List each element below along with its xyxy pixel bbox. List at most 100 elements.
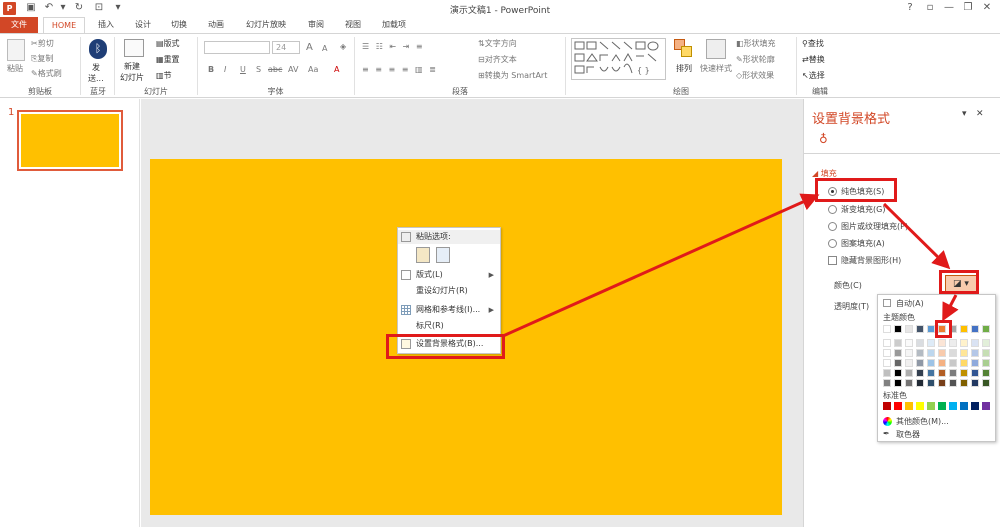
theme-color-swatch[interactable] xyxy=(894,359,902,367)
arrange-icon[interactable] xyxy=(674,39,694,59)
theme-color-swatch[interactable] xyxy=(982,349,990,357)
tab-design[interactable]: 设计 xyxy=(127,17,159,33)
theme-color-swatch[interactable] xyxy=(916,349,924,357)
shape-effects-button[interactable]: ◇形状效果 xyxy=(736,70,774,81)
arrange-label[interactable]: 排列 xyxy=(676,63,692,74)
theme-color-swatch[interactable] xyxy=(927,369,935,377)
pattern-fill-radio[interactable] xyxy=(828,239,837,248)
theme-color-swatch[interactable] xyxy=(894,349,902,357)
theme-color-swatch[interactable] xyxy=(960,349,968,357)
theme-color-swatch[interactable] xyxy=(905,349,913,357)
quick-styles-icon[interactable] xyxy=(706,39,726,59)
theme-color-swatch[interactable] xyxy=(982,325,990,333)
paste-picture-icon[interactable] xyxy=(436,247,450,263)
theme-color-swatch[interactable] xyxy=(883,339,891,347)
font-name-input[interactable] xyxy=(204,41,270,54)
theme-color-swatch[interactable] xyxy=(894,379,902,387)
tab-review[interactable]: 审阅 xyxy=(300,17,332,33)
help-button[interactable]: ? xyxy=(902,1,918,15)
theme-color-swatch[interactable] xyxy=(982,359,990,367)
theme-color-swatch[interactable] xyxy=(971,369,979,377)
grow-font-icon[interactable]: A xyxy=(306,42,313,53)
reset-button[interactable]: ▦重置 xyxy=(156,54,180,65)
font-color-button[interactable]: A xyxy=(334,65,339,74)
align-buttons[interactable]: ≡ ≡ ≡ ≡ ▥ ≣ xyxy=(362,65,438,74)
close-button[interactable]: ✕ xyxy=(979,1,995,15)
text-direction-button[interactable]: ⇅文字方向 xyxy=(478,38,517,49)
theme-color-swatch[interactable] xyxy=(960,325,968,333)
theme-color-swatch[interactable] xyxy=(905,339,913,347)
theme-color-swatch[interactable] xyxy=(894,339,902,347)
copy-button[interactable]: ⎘复制 xyxy=(31,53,53,64)
theme-color-swatch[interactable] xyxy=(938,379,946,387)
theme-color-swatch[interactable] xyxy=(916,359,924,367)
eyedropper-item[interactable]: 取色器 xyxy=(896,429,920,440)
theme-color-swatch[interactable] xyxy=(883,379,891,387)
paste-label[interactable]: 粘贴 xyxy=(7,63,23,74)
pane-close-button[interactable]: ✕ xyxy=(976,109,984,119)
pattern-fill-label[interactable]: 图案填充(A) xyxy=(841,238,885,249)
replace-button[interactable]: ⇄替换 xyxy=(802,54,825,65)
theme-color-swatch[interactable] xyxy=(927,349,935,357)
cut-button[interactable]: ✂剪切 xyxy=(31,38,54,49)
shape-fill-button[interactable]: ◧形状填充 xyxy=(736,38,776,49)
standard-color-swatch[interactable] xyxy=(894,402,902,410)
theme-color-swatch[interactable] xyxy=(927,359,935,367)
theme-color-swatch[interactable] xyxy=(905,369,913,377)
theme-color-swatch[interactable] xyxy=(938,349,946,357)
standard-color-swatch[interactable] xyxy=(960,402,968,410)
tab-home[interactable]: HOME xyxy=(43,17,85,34)
slide-thumbnail[interactable] xyxy=(17,110,123,171)
theme-color-swatch[interactable] xyxy=(905,359,913,367)
theme-color-swatch[interactable] xyxy=(982,369,990,377)
theme-color-swatch[interactable] xyxy=(938,339,946,347)
theme-color-swatch[interactable] xyxy=(949,339,957,347)
font-size-input[interactable]: 24 xyxy=(272,41,300,54)
standard-color-swatch[interactable] xyxy=(883,402,891,410)
shapes-gallery[interactable]: { } xyxy=(571,38,666,80)
theme-color-swatch[interactable] xyxy=(916,369,924,377)
standard-color-swatch[interactable] xyxy=(938,402,946,410)
tab-file[interactable]: 文件 xyxy=(0,17,38,33)
theme-color-swatch[interactable] xyxy=(894,369,902,377)
theme-color-swatch[interactable] xyxy=(938,359,946,367)
theme-color-swatch[interactable] xyxy=(905,379,913,387)
theme-color-swatch[interactable] xyxy=(960,339,968,347)
theme-color-swatch[interactable] xyxy=(927,325,935,333)
theme-color-swatch[interactable] xyxy=(894,325,902,333)
standard-color-swatch[interactable] xyxy=(949,402,957,410)
automatic-color-swatch[interactable] xyxy=(883,299,891,307)
picture-fill-radio[interactable] xyxy=(828,222,837,231)
tab-animations[interactable]: 动画 xyxy=(200,17,232,33)
fill-bucket-icon[interactable]: ♁ xyxy=(819,132,833,146)
tab-slideshow[interactable]: 幻灯片放映 xyxy=(238,17,294,33)
shrink-font-icon[interactable]: A xyxy=(322,44,327,53)
pane-options-dropdown[interactable]: ▾ xyxy=(962,109,967,119)
more-colors-item[interactable]: 其他颜色(M)... xyxy=(896,416,949,427)
theme-color-swatch[interactable] xyxy=(960,359,968,367)
char-spacing-button[interactable]: AV xyxy=(288,65,298,74)
underline-button[interactable]: U xyxy=(240,65,246,74)
quick-styles-label[interactable]: 快速样式 xyxy=(700,63,732,74)
theme-color-swatch[interactable] xyxy=(949,349,957,357)
theme-color-swatch[interactable] xyxy=(916,325,924,333)
standard-color-swatch[interactable] xyxy=(905,402,913,410)
theme-color-swatch[interactable] xyxy=(960,369,968,377)
theme-color-swatch[interactable] xyxy=(883,325,891,333)
hide-background-checkbox[interactable] xyxy=(828,256,837,265)
theme-color-swatch[interactable] xyxy=(949,359,957,367)
align-text-button[interactable]: ⊟对齐文本 xyxy=(478,54,517,65)
format-painter-button[interactable]: ✎格式刷 xyxy=(31,68,62,79)
theme-color-swatch[interactable] xyxy=(949,369,957,377)
ribbon-display-button[interactable]: ▫ xyxy=(922,1,938,15)
italic-button[interactable]: I xyxy=(224,65,226,74)
shape-outline-button[interactable]: ✎形状轮廓 xyxy=(736,54,775,65)
paste-keep-icon[interactable] xyxy=(416,247,430,263)
theme-color-swatch[interactable] xyxy=(883,369,891,377)
clear-format-icon[interactable]: ◈ xyxy=(340,42,346,51)
tab-transitions[interactable]: 切换 xyxy=(163,17,195,33)
theme-color-swatch[interactable] xyxy=(971,359,979,367)
tab-insert[interactable]: 插入 xyxy=(90,17,122,33)
theme-color-swatch[interactable] xyxy=(883,359,891,367)
theme-color-swatch[interactable] xyxy=(971,349,979,357)
